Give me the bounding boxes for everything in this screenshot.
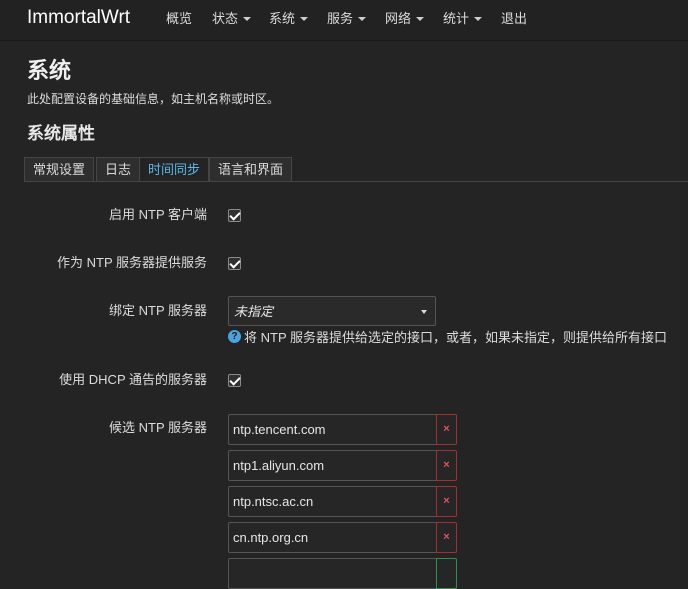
server-list-item: ntp1.aliyun.com ×: [228, 450, 457, 481]
tab-general[interactable]: 常规设置: [24, 157, 95, 181]
candidate-servers-label: 候选 NTP 服务器: [109, 420, 207, 435]
remove-server-button[interactable]: ×: [436, 450, 457, 481]
server-list-item: cn.ntp.org.cn ×: [228, 522, 457, 553]
add-server-button[interactable]: [436, 558, 457, 589]
enable-ntp-client-checkbox[interactable]: [228, 209, 241, 222]
nav-network[interactable]: 网络: [385, 10, 425, 28]
section-title: 系统属性: [27, 124, 95, 143]
provide-ntp-server-checkbox[interactable]: [228, 257, 241, 270]
nav-overview[interactable]: 概览: [166, 10, 192, 28]
server-input[interactable]: ntp1.aliyun.com: [228, 450, 436, 481]
remove-server-button[interactable]: ×: [436, 414, 457, 445]
new-server-row: [228, 558, 457, 589]
page-title: 系统: [27, 58, 72, 83]
nav-system[interactable]: 系统: [269, 10, 309, 28]
server-input[interactable]: ntp.tencent.com: [228, 414, 436, 445]
nav-status[interactable]: 状态: [212, 10, 252, 28]
nav-system-label: 系统: [269, 11, 296, 26]
page-description: 此处配置设备的基础信息，如主机名称或时区。: [27, 92, 280, 106]
tab-time-sync[interactable]: 时间同步: [139, 157, 210, 181]
server-input[interactable]: cn.ntp.org.cn: [228, 522, 436, 553]
new-server-input[interactable]: [228, 558, 436, 589]
chevron-down-icon: [358, 17, 367, 21]
chevron-down-icon: [300, 17, 309, 21]
use-dhcp-servers-checkbox[interactable]: [228, 374, 241, 387]
nav-services[interactable]: 服务: [327, 10, 367, 28]
top-navbar: ImmortalWrt 概览 状态 系统 服务 网络 统计 退出: [0, 0, 688, 41]
nav-logout-label: 退出: [501, 11, 528, 26]
nav-logout[interactable]: 退出: [501, 10, 527, 28]
brand-logo[interactable]: ImmortalWrt: [27, 6, 130, 30]
server-input[interactable]: ntp.ntsc.ac.cn: [228, 486, 436, 517]
remove-server-button[interactable]: ×: [436, 486, 457, 517]
nav-network-label: 网络: [385, 11, 412, 26]
chevron-down-icon: [474, 17, 483, 21]
bind-ntp-server-select[interactable]: 未指定: [228, 296, 436, 326]
bind-ntp-server-value: 未指定: [234, 304, 274, 319]
tab-language-ui[interactable]: 语言和界面: [209, 157, 293, 181]
nav-services-label: 服务: [327, 11, 354, 26]
tab-divider: [24, 181, 688, 182]
nav-status-label: 状态: [212, 11, 239, 26]
nav-overview-label: 概览: [166, 11, 193, 26]
remove-server-button[interactable]: ×: [436, 522, 457, 553]
chevron-down-icon: [416, 17, 425, 21]
server-list-item: ntp.tencent.com ×: [228, 414, 457, 445]
tab-logging[interactable]: 日志: [96, 157, 141, 181]
use-dhcp-servers-label: 使用 DHCP 通告的服务器: [59, 372, 207, 387]
nav-statistics-label: 统计: [443, 11, 470, 26]
chevron-down-icon: [243, 17, 252, 21]
help-icon: ?: [228, 330, 241, 343]
bind-ntp-server-label: 绑定 NTP 服务器: [109, 303, 207, 318]
provide-ntp-server-label: 作为 NTP 服务器提供服务: [57, 255, 207, 270]
dropdown-arrow-icon: [421, 310, 427, 314]
server-list-item: ntp.ntsc.ac.cn ×: [228, 486, 457, 517]
nav-statistics[interactable]: 统计: [443, 10, 483, 28]
enable-ntp-client-label: 启用 NTP 客户端: [109, 207, 207, 222]
bind-ntp-server-help: 将 NTP 服务器提供给选定的接口，或者，如果未指定，则提供给所有接口: [244, 330, 667, 345]
